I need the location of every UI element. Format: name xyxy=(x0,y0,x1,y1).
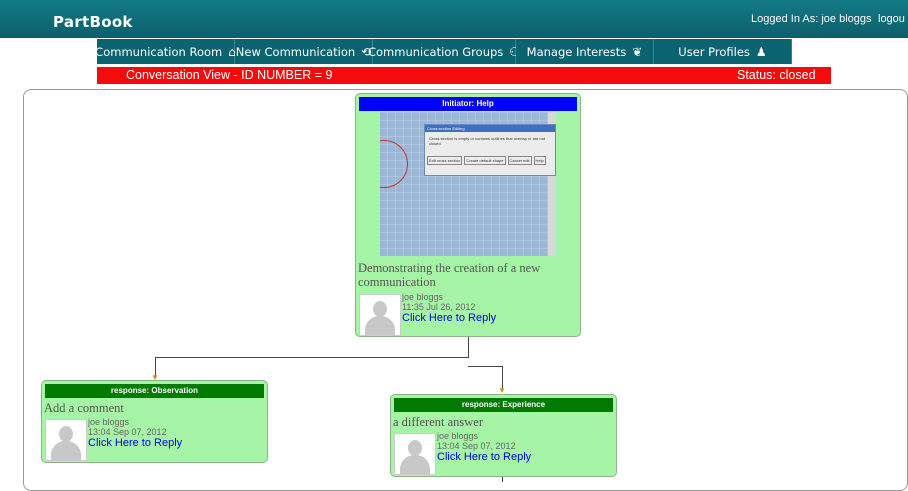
response-card: response: Observation Add a comment joe … xyxy=(41,380,268,463)
timestamp: 13:04 Sep 07, 2012 xyxy=(437,441,516,451)
connector-line xyxy=(468,366,503,367)
logout-link[interactable]: logou xyxy=(878,13,905,25)
timestamp: 11:35 Jul 26, 2012 xyxy=(402,302,476,312)
logged-in-label: Logged In As: joe bloggs xyxy=(751,13,872,25)
top-bar: PartBook Logged In As: joe bloggs logou xyxy=(0,0,908,38)
timestamp: 13:04 Sep 07, 2012 xyxy=(88,427,167,437)
author-name: joe bloggs xyxy=(402,292,444,302)
nav-label: Communication Groups xyxy=(367,44,504,59)
reply-link[interactable]: Click Here to Reply xyxy=(402,312,496,324)
author-name: joe bloggs xyxy=(437,431,479,441)
conversation-title: Conversation View - ID NUMBER = 9 xyxy=(126,68,333,82)
dialog-button: Help xyxy=(533,156,546,165)
nav-user-profiles[interactable]: User Profiles ♟ xyxy=(654,39,792,64)
dialog-message: Cross section is empty or contains outli… xyxy=(429,136,546,146)
nav-communication-room[interactable]: Communication Room ⌂ xyxy=(95,39,236,64)
dialog-button: Create default shape xyxy=(464,156,506,165)
avatar xyxy=(394,433,436,475)
screenshot-dialog: Cross section Editing Cross section is e… xyxy=(424,124,556,176)
connector-line xyxy=(155,357,469,358)
connector-line xyxy=(468,336,469,358)
interest-icon: ❦ xyxy=(632,44,643,59)
conversation-bar: Conversation View - ID NUMBER = 9 Status… xyxy=(97,67,831,84)
initiator-card: Initiator: Help Cross section Editing Cr… xyxy=(355,93,581,337)
reply-link[interactable]: Click Here to Reply xyxy=(437,451,531,463)
dialog-button: Cancel edit xyxy=(507,156,532,165)
app-logo[interactable]: PartBook xyxy=(53,13,133,31)
nav-label: User Profiles xyxy=(678,44,750,59)
message-text: Add a comment xyxy=(44,401,124,415)
nav-label: New Communication xyxy=(235,44,356,59)
message-text: Demonstrating the creation of a new comm… xyxy=(358,261,541,289)
user-icon: ♟ xyxy=(755,44,767,59)
response-header: response: Experience xyxy=(394,398,613,412)
message-text: a different answer xyxy=(393,415,484,429)
response-header: response: Observation xyxy=(45,384,264,398)
attachment-image[interactable]: Cross section Editing Cross section is e… xyxy=(380,112,556,256)
dialog-title: Cross section Editing xyxy=(425,125,555,132)
avatar xyxy=(359,294,401,336)
response-card: response: Experience a different answer … xyxy=(390,394,617,477)
nav-label: Communication Room xyxy=(95,44,223,59)
nav-label: Manage Interests xyxy=(526,44,627,59)
author-name: joe bloggs xyxy=(88,417,130,427)
nav-communication-groups[interactable]: Communication Groups ⚇ xyxy=(368,39,520,64)
conversation-status: Status: closed xyxy=(737,68,816,82)
reply-link[interactable]: Click Here to Reply xyxy=(88,437,182,449)
nav-manage-interests[interactable]: Manage Interests ❦ xyxy=(516,39,654,64)
dialog-button: Edit cross section xyxy=(427,156,463,165)
nav-new-communication[interactable]: New Communication ⟲ xyxy=(235,39,373,64)
avatar xyxy=(45,419,87,461)
initiator-header: Initiator: Help xyxy=(359,97,577,111)
